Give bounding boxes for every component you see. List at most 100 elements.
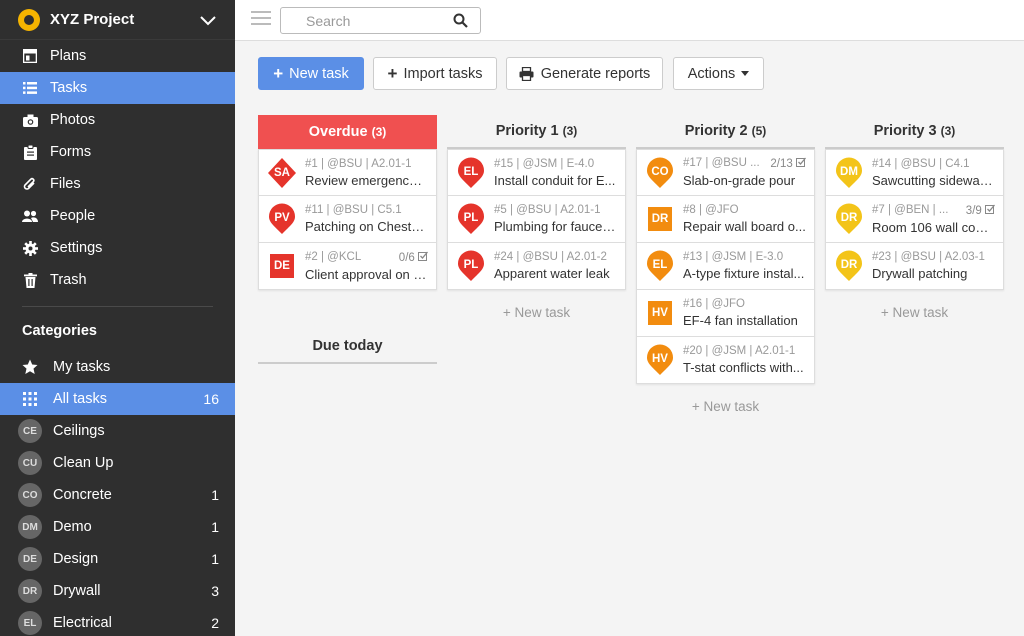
sidebar-divider bbox=[22, 306, 213, 307]
task-card[interactable]: SA #1 | @BSU | A2.01-1 Review emergency ..… bbox=[258, 149, 437, 196]
category-design[interactable]: DE Design 1 bbox=[0, 543, 235, 575]
task-card-body: #11 | @BSU | C5.1 Patching on Chestn... bbox=[305, 204, 436, 234]
actions-dropdown[interactable]: Actions bbox=[673, 57, 764, 90]
svg-text:DR: DR bbox=[841, 212, 858, 224]
task-card[interactable]: PV #11 | @BSU | C5.1 Patching on Chestn... bbox=[258, 196, 437, 243]
task-card[interactable]: HV #20 | @JSM | A2.01-1 T-stat conflicts w… bbox=[636, 337, 815, 384]
nav-item-forms[interactable]: Forms bbox=[0, 136, 235, 168]
task-ref: #8 | @JFO bbox=[683, 204, 739, 216]
nav-item-plans[interactable]: Plans bbox=[0, 40, 235, 72]
task-title: Client approval on c... bbox=[305, 266, 428, 282]
categories-title: Categories bbox=[22, 323, 97, 339]
category-label: Ceilings bbox=[53, 423, 105, 439]
task-marker-icon: HV bbox=[645, 344, 675, 376]
generate-reports-label: Generate reports bbox=[540, 65, 651, 82]
task-card[interactable]: DM #14 | @BSU | C4.1 Sawcutting sidewalk..… bbox=[825, 149, 1004, 196]
category-my-tasks[interactable]: My tasks bbox=[0, 351, 235, 383]
hamburger-menu-icon[interactable] bbox=[251, 11, 271, 27]
task-card[interactable]: PL #24 | @BSU | A2.01-2 Apparent water lea… bbox=[447, 243, 626, 290]
new-task-link[interactable]: + New task bbox=[825, 305, 1004, 320]
task-meta: #13 | @JSM | E-3.0 bbox=[683, 251, 806, 263]
task-meta: #8 | @JFO bbox=[683, 204, 806, 216]
category-concrete[interactable]: CO Concrete 1 bbox=[0, 479, 235, 511]
nav-item-tasks[interactable]: Tasks bbox=[0, 72, 235, 104]
task-meta: #17 | @BSU ... 2/13 bbox=[683, 157, 806, 170]
checklist-count: 3/9 bbox=[965, 204, 982, 217]
task-card[interactable]: DE #2 | @KCL 0/6 Client approval on c... bbox=[258, 243, 437, 290]
task-ref: #14 | @BSU | C4.1 bbox=[872, 157, 970, 170]
new-task-link[interactable]: + New task bbox=[636, 399, 815, 414]
task-card[interactable]: EL #15 | @JSM | E-4.0 Install conduit for … bbox=[447, 149, 626, 196]
checkbox-icon bbox=[982, 204, 995, 217]
task-marker-icon: DM bbox=[834, 157, 864, 189]
import-tasks-button[interactable]: + Import tasks bbox=[373, 57, 497, 90]
task-card-body: #7 | @BEN | ... 3/9 Room 106 wall com... bbox=[872, 204, 1003, 235]
category-count: 1 bbox=[211, 487, 219, 503]
camera-icon bbox=[22, 112, 38, 128]
printer-icon bbox=[519, 66, 534, 81]
task-card[interactable]: PL #5 | @BSU | A2.01-1 Plumbing for faucet… bbox=[447, 196, 626, 243]
category-all-tasks[interactable]: All tasks 16 bbox=[0, 383, 235, 415]
category-badge: CE bbox=[18, 419, 42, 443]
task-card-body: #23 | @BSU | A2.03-1 Drywall patching bbox=[872, 251, 1003, 281]
nav-item-trash[interactable]: Trash bbox=[0, 264, 235, 296]
task-ref: #17 | @BSU ... bbox=[683, 157, 760, 169]
task-card[interactable]: DR #7 | @BEN | ... 3/9 Room 106 wall com..… bbox=[825, 196, 1004, 243]
category-label: Clean Up bbox=[53, 455, 114, 471]
new-task-link[interactable]: + New task bbox=[447, 305, 626, 320]
column-header: Overdue (3) bbox=[258, 115, 437, 149]
category-electrical[interactable]: EL Electrical 2 bbox=[0, 607, 235, 636]
category-ceilings[interactable]: CE Ceilings bbox=[0, 415, 235, 447]
nav-item-people[interactable]: People bbox=[0, 200, 235, 232]
search-input[interactable] bbox=[306, 8, 466, 33]
category-label: Electrical bbox=[53, 615, 112, 631]
category-badge: DR bbox=[18, 579, 42, 603]
svg-text:EL: EL bbox=[464, 166, 479, 178]
new-task-button[interactable]: + New task bbox=[258, 57, 364, 90]
task-title: Install conduit for E... bbox=[494, 172, 616, 188]
column-header: Priority 2 (5) bbox=[636, 115, 815, 149]
task-marker-icon: PL bbox=[456, 250, 486, 282]
task-card[interactable]: DR #8 | @JFO Repair wall board o... bbox=[636, 196, 815, 243]
task-card[interactable]: HV #16 | @JFO EF-4 fan installation bbox=[636, 290, 815, 337]
generate-reports-button[interactable]: Generate reports bbox=[506, 57, 663, 90]
plus-icon: + bbox=[273, 64, 284, 83]
category-drywall[interactable]: DR Drywall 3 bbox=[0, 575, 235, 607]
task-ref: #13 | @JSM | E-3.0 bbox=[683, 251, 784, 263]
task-card[interactable]: DR #23 | @BSU | A2.03-1 Drywall patching bbox=[825, 243, 1004, 290]
column-title: Priority 2 bbox=[684, 123, 748, 139]
chevron-down-icon[interactable] bbox=[199, 11, 217, 29]
trash-icon bbox=[22, 272, 38, 288]
task-meta: #20 | @JSM | A2.01-1 bbox=[683, 345, 806, 357]
category-count: 2 bbox=[211, 615, 219, 631]
category-demo[interactable]: DM Demo 1 bbox=[0, 511, 235, 543]
search-icon[interactable] bbox=[453, 13, 468, 28]
task-meta: #11 | @BSU | C5.1 bbox=[305, 204, 428, 216]
category-badge: DE bbox=[18, 547, 42, 571]
nav-item-files[interactable]: Files bbox=[0, 168, 235, 200]
checklist-count: 2/13 bbox=[770, 158, 793, 170]
nav-item-settings[interactable]: Settings bbox=[0, 232, 235, 264]
column-count: (3) bbox=[562, 124, 578, 138]
nav-item-photos[interactable]: Photos bbox=[0, 104, 235, 136]
column-priority-1: Priority 1 (3) EL #15 | @JSM | E-4.0 Install… bbox=[447, 115, 626, 320]
task-marker-icon: EL bbox=[645, 250, 675, 282]
task-title: Slab-on-grade pour bbox=[683, 173, 796, 188]
task-card[interactable]: EL #13 | @JSM | E-3.0 A-type fixture insta… bbox=[636, 243, 815, 290]
task-card-body: #2 | @KCL 0/6 Client approval on c... bbox=[305, 251, 436, 282]
task-card-body: #8 | @JFO Repair wall board o... bbox=[683, 204, 814, 234]
column-header: Priority 1 (3) bbox=[447, 115, 626, 149]
card-list: CO #17 | @BSU ... 2/13 Slab-on-grade pour D… bbox=[636, 149, 815, 384]
task-card[interactable]: CO #17 | @BSU ... 2/13 Slab-on-grade pour bbox=[636, 149, 815, 196]
category-clean-up[interactable]: CU Clean Up bbox=[0, 447, 235, 479]
category-count: 3 bbox=[211, 583, 219, 599]
clipboard-icon bbox=[22, 144, 38, 160]
column-overdue: Overdue (3) SA #1 | @BSU | A2.01-1 Review em… bbox=[258, 115, 437, 290]
task-ref: #15 | @JSM | E-4.0 bbox=[494, 157, 595, 170]
task-marker-icon: DR bbox=[834, 203, 864, 235]
project-switcher[interactable]: XYZ Project bbox=[0, 0, 235, 40]
task-ref: #7 | @BEN | ... bbox=[872, 203, 949, 216]
category-label: Design bbox=[53, 551, 99, 567]
sidebar-nav: Plans Tasks Photos Forms Files People Settings… bbox=[0, 40, 235, 296]
task-marker-icon: CO bbox=[645, 157, 675, 189]
